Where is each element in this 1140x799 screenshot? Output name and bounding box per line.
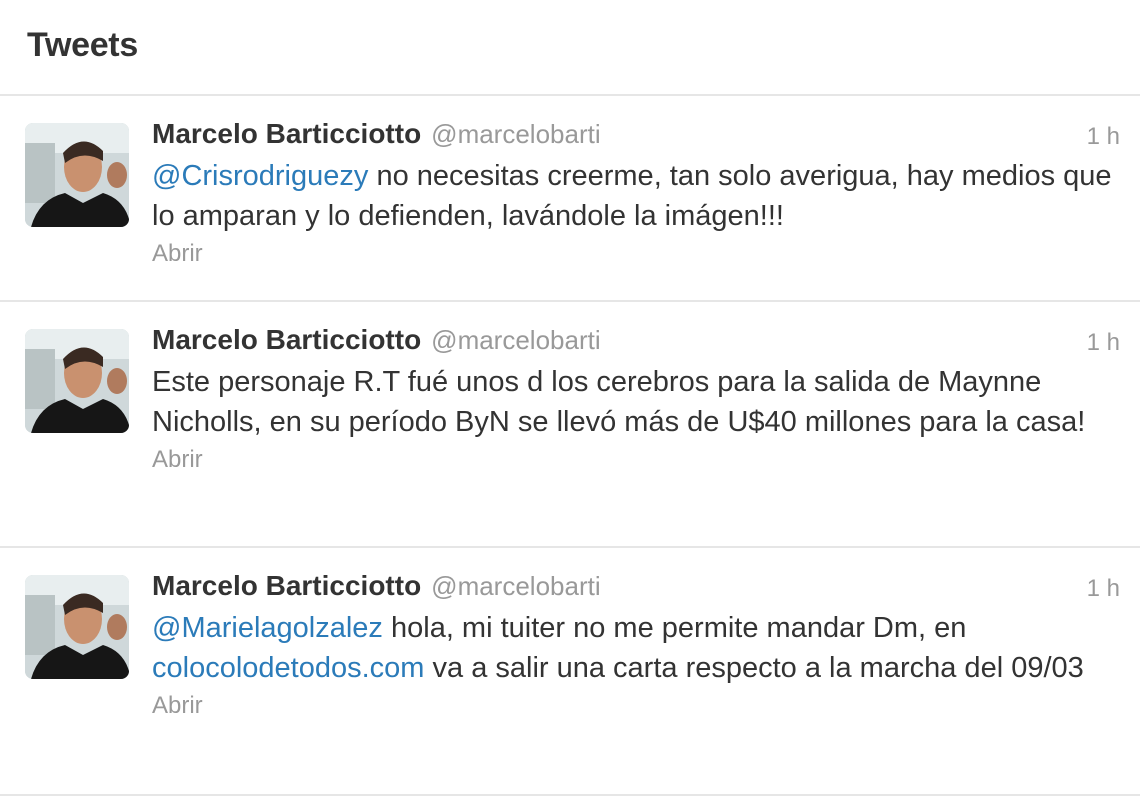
tweet-body: Este personaje R.T fué unos d los cerebr… — [152, 366, 1086, 438]
tweet-header: Marcelo Barticciotto @marcelobarti — [152, 324, 1122, 358]
tweet-timestamp[interactable]: 1 h — [1087, 329, 1120, 357]
avatar[interactable] — [25, 123, 129, 227]
stream-header: Tweets — [0, 0, 1140, 96]
avatar[interactable] — [25, 329, 129, 433]
url-link[interactable]: colocolodetodos.com — [152, 652, 424, 684]
tweet-body-end: va a salir una carta respecto a la march… — [424, 652, 1084, 684]
author-name[interactable]: Marcelo Barticciotto — [152, 570, 421, 602]
avatar-photo — [25, 123, 129, 227]
open-tweet-link[interactable]: Abrir — [152, 240, 203, 268]
author-name[interactable]: Marcelo Barticciotto — [152, 324, 421, 356]
tweets-stream: Tweets Marcelo Barticciotto @marcelobart… — [0, 0, 1140, 799]
avatar-photo — [25, 575, 129, 679]
tweet-item[interactable]: Marcelo Barticciotto @marcelobarti 1 h @… — [0, 548, 1140, 796]
author-handle[interactable]: @marcelobarti — [431, 325, 600, 356]
mention-link[interactable]: @Crisrodriguezy — [152, 160, 368, 192]
page-title: Tweets — [27, 26, 138, 64]
avatar-photo — [25, 329, 129, 433]
tweet-text: Este personaje R.T fué unos d los cerebr… — [152, 362, 1132, 442]
tweet-timestamp[interactable]: 1 h — [1087, 575, 1120, 603]
author-handle[interactable]: @marcelobarti — [431, 571, 600, 602]
tweet-text: @Marielagolzalez hola, mi tuiter no me p… — [152, 608, 1132, 688]
tweet-item[interactable]: Marcelo Barticciotto @marcelobarti 1 h @… — [0, 96, 1140, 302]
tweet-header: Marcelo Barticciotto @marcelobarti — [152, 118, 1122, 152]
tweet-timestamp[interactable]: 1 h — [1087, 123, 1120, 151]
tweet-header: Marcelo Barticciotto @marcelobarti — [152, 570, 1122, 604]
tweet-item[interactable]: Marcelo Barticciotto @marcelobarti 1 h E… — [0, 302, 1140, 548]
mention-link[interactable]: @Marielagolzalez — [152, 612, 383, 644]
avatar[interactable] — [25, 575, 129, 679]
author-handle[interactable]: @marcelobarti — [431, 119, 600, 150]
author-name[interactable]: Marcelo Barticciotto — [152, 118, 421, 150]
open-tweet-link[interactable]: Abrir — [152, 692, 203, 720]
tweet-text: @Crisrodriguezy no necesitas creerme, ta… — [152, 156, 1132, 236]
tweet-body: hola, mi tuiter no me permite mandar Dm,… — [382, 612, 967, 644]
open-tweet-link[interactable]: Abrir — [152, 446, 203, 474]
